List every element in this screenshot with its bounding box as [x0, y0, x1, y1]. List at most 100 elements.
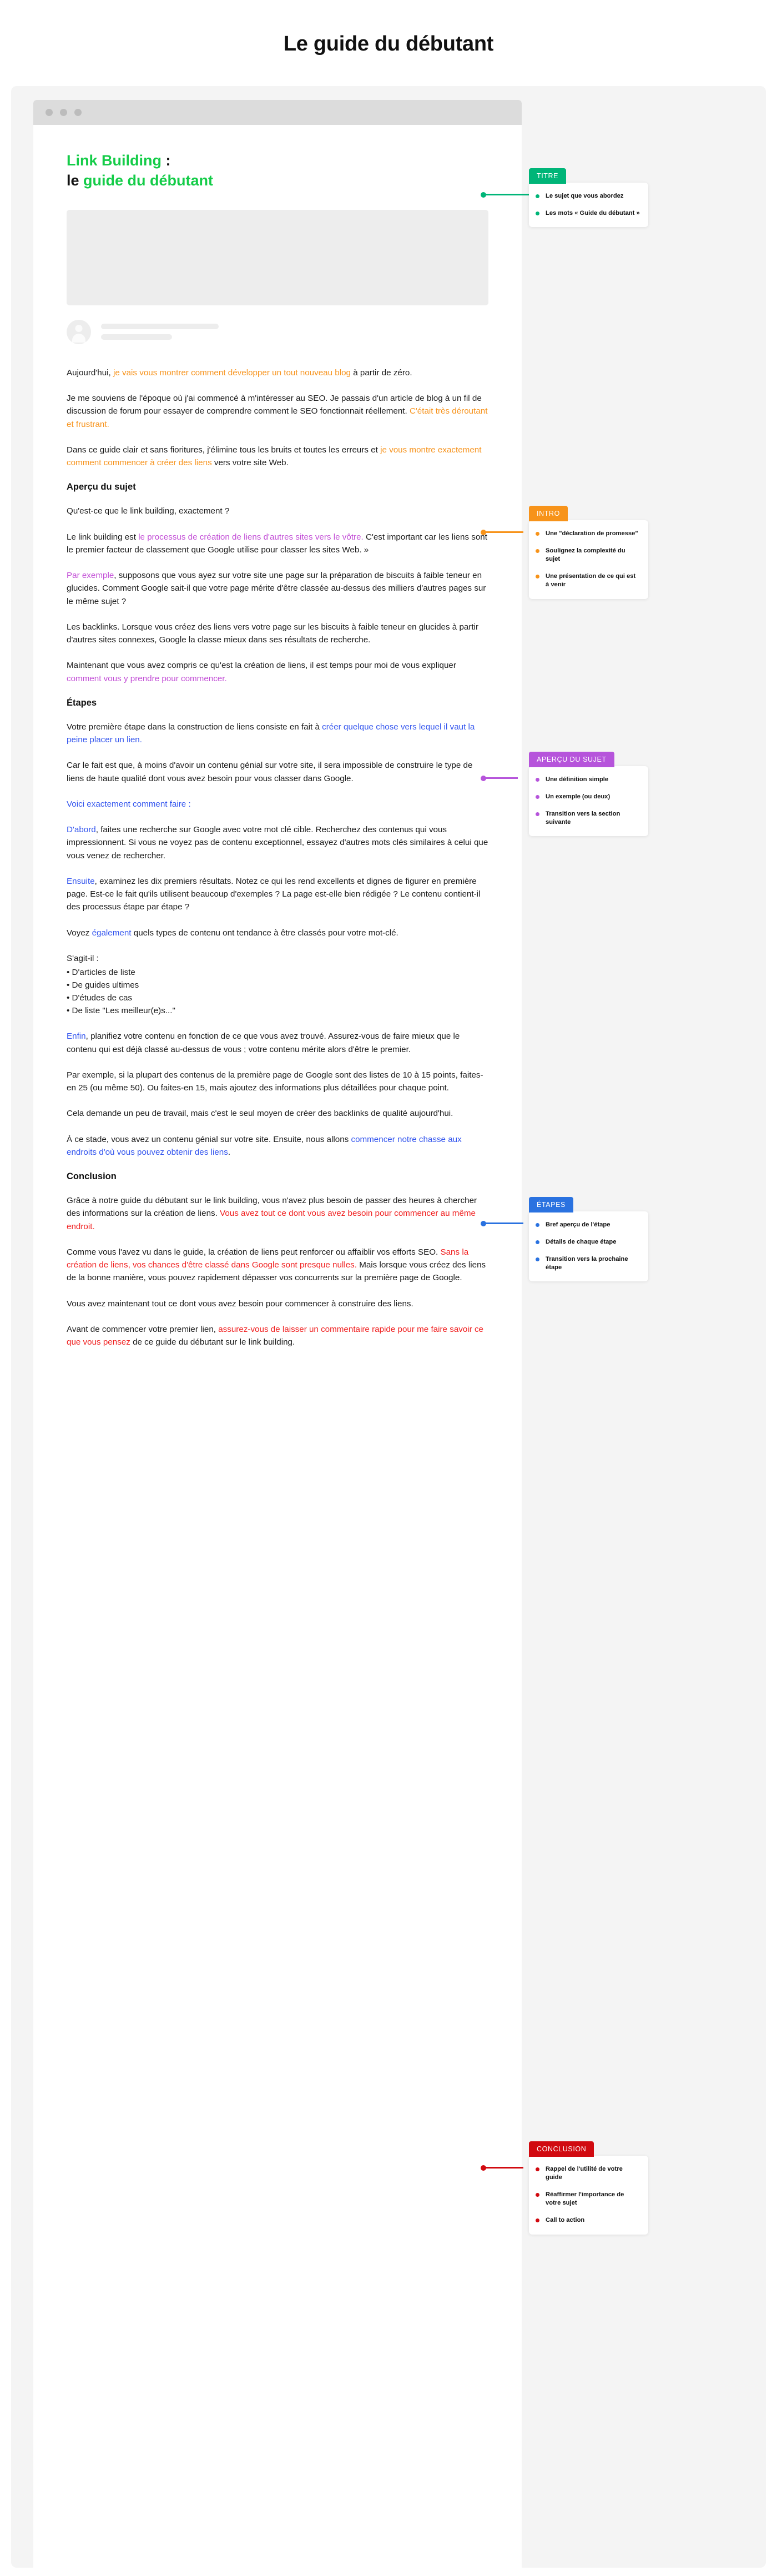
body-text: Le link building est	[67, 532, 139, 542]
bullet-dot-icon	[536, 1240, 539, 1245]
highlighted-text: Par exemple	[67, 571, 114, 581]
list-item: De liste "Les meilleur(e)s..."	[67, 1005, 488, 1018]
body-text: Par exemple, si la plupart des contenus …	[67, 1070, 483, 1093]
p-etapes-7: Enfin, planifiez votre contenu en foncti…	[67, 1030, 488, 1056]
body-text: Comme vous l'avez vu dans le guide, la c…	[67, 1247, 441, 1257]
callout-conclusion[interactable]: CONCLUSION Rappel de l'utilité de votre …	[529, 2141, 648, 2235]
section-etapes-tail: Enfin, planifiez votre contenu en foncti…	[67, 1030, 488, 1159]
p-apercu-3: Par exemple, supposons que vous ayez sur…	[67, 569, 488, 608]
callout-titre[interactable]: TITRE Le sujet que vous abordez Les mots …	[529, 168, 648, 228]
callout-list-conclusion: Rappel de l'utilité de votre guide Réaffi…	[536, 2165, 640, 2225]
headline-colon: :	[161, 152, 171, 169]
callout-list-item: Transition vers la section suivante	[536, 810, 640, 827]
p-apercu-4: Les backlinks. Lorsque vous créez des li…	[67, 621, 488, 647]
window-maximize-dot-icon[interactable]	[74, 109, 82, 116]
callout-list-item: Call to action	[536, 2216, 640, 2225]
connector-dot-intro	[481, 529, 486, 535]
callout-item-label: Transition vers la prochaine étape	[546, 1256, 628, 1271]
section-conclusion: Grâce à notre guide du débutant sur le l…	[67, 1194, 488, 1349]
callout-tab-etapes[interactable]: ÉTAPES	[529, 1197, 573, 1212]
callout-card-apercu: Une définition simple Un exemple (ou deux…	[529, 766, 648, 837]
p-etapes-3: Voici exactement comment faire :	[67, 798, 488, 811]
callout-list-item: Détails de chaque étape	[536, 1238, 640, 1246]
heading-apercu-du-sujet: Aperçu du sujet	[67, 482, 136, 492]
featured-image-placeholder	[67, 209, 488, 305]
connector-dot-titre	[481, 192, 486, 198]
body-text: à partir de zéro.	[351, 368, 412, 378]
callout-item-label: Bref aperçu de l'étape	[546, 1221, 610, 1228]
callout-list-item: Une présentation de ce qui est à venir	[536, 572, 640, 589]
p-etapes-4: D'abord, faites une recherche sur Google…	[67, 823, 488, 862]
p-conclusion-4: Avant de commencer votre premier lien, a…	[67, 1323, 488, 1349]
callout-list-item: Un exemple (ou deux)	[536, 793, 640, 801]
list-lead-text: S'agit-il :	[67, 953, 99, 963]
callout-tab-apercu[interactable]: APERÇU DU SUJET	[529, 752, 614, 767]
callout-list-item: Une "déclaration de promesse"	[536, 530, 640, 538]
body-text: , faites une recherche sur Google avec v…	[67, 825, 488, 861]
callout-intro[interactable]: INTRO Une "déclaration de promesse" Souli…	[529, 506, 648, 599]
callout-list-intro: Une "déclaration de promesse" Soulignez l…	[536, 530, 640, 590]
browser-window-mockup: Link Building : le guide du débutant Auj…	[33, 100, 522, 2568]
callout-list-item: Transition vers la prochaine étape	[536, 1255, 640, 1272]
callout-apercu-du-sujet[interactable]: APERÇU DU SUJET Une définition simple Un …	[529, 752, 648, 837]
section-intro: Aujourd'hui, je vais vous montrer commen…	[67, 366, 488, 470]
highlighted-text: je vais vous montrer comment développer …	[113, 368, 351, 378]
article-headline: Link Building : le guide du débutant	[67, 150, 488, 191]
callout-etapes[interactable]: ÉTAPES Bref aperçu de l'étape Détails de…	[529, 1197, 648, 1282]
callout-tab-intro[interactable]: INTRO	[529, 506, 568, 521]
bullet-dot-icon	[536, 212, 539, 216]
callout-item-label: Un exemple (ou deux)	[546, 793, 610, 801]
window-close-dot-icon[interactable]	[46, 109, 53, 116]
section-apercu: Qu'est-ce que le link building, exacteme…	[67, 505, 488, 685]
body-text: Aujourd'hui,	[67, 368, 113, 378]
callout-list-item: Réaffirmer l'importance de votre sujet	[536, 2191, 640, 2207]
body-text: , supposons que vous ayez sur votre site…	[67, 571, 486, 606]
p-etapes-10: À ce stade, vous avez un contenu génial …	[67, 1133, 488, 1159]
callout-list-item: Rappel de l'utilité de votre guide	[536, 2165, 640, 2182]
section-etapes: Votre première étape dans la constructio…	[67, 721, 488, 939]
body-text: Voyez	[67, 928, 92, 938]
p-conclusion-1: Grâce à notre guide du débutant sur le l…	[67, 1194, 488, 1233]
callout-item-label: Une "déclaration de promesse"	[546, 530, 638, 537]
callout-tab-titre[interactable]: TITRE	[529, 168, 567, 184]
byline-placeholder-lines	[101, 324, 219, 340]
p-conclusion-3: Vous avez maintenant tout ce dont vous a…	[67, 1297, 488, 1310]
callout-card-conclusion: Rappel de l'utilité de votre guide Réaffi…	[529, 2156, 648, 2235]
body-text: Avant de commencer votre premier lien,	[67, 1324, 219, 1334]
p-intro-3: Dans ce guide clair et sans fioritures, …	[67, 444, 488, 470]
callout-item-label: Rappel de l'utilité de votre guide	[546, 2166, 623, 2181]
p-etapes-1: Votre première étape dans la constructio…	[67, 721, 488, 747]
headline-prefix: le	[67, 172, 84, 189]
connector-intro	[481, 529, 523, 535]
avatar	[67, 319, 91, 344]
window-minimize-dot-icon[interactable]	[60, 109, 67, 116]
bullet-dot-icon	[536, 2193, 539, 2197]
p-intro-1: Aujourd'hui, je vais vous montrer commen…	[67, 366, 488, 379]
body-text: Vous avez maintenant tout ce dont vous a…	[67, 1299, 413, 1309]
bullet-dot-icon	[536, 795, 539, 799]
connector-dot-apercu	[481, 775, 486, 781]
p-apercu-5: Maintenant que vous avez compris ce qu'e…	[67, 659, 488, 685]
highlighted-text: D'abord	[67, 825, 96, 835]
heading-conclusion: Conclusion	[67, 1171, 117, 1182]
heading-etapes: Étapes	[67, 697, 97, 708]
body-text: Car le fait est que, à moins d'avoir un …	[67, 761, 473, 783]
bullet-dot-icon	[536, 1257, 539, 1262]
bullet-dot-icon	[536, 1223, 539, 1227]
bullet-dot-icon	[536, 2218, 539, 2223]
list-item: De guides ultimes	[67, 979, 488, 992]
body-text: Qu'est-ce que le link building, exacteme…	[67, 506, 230, 516]
body-text: , examinez les dix premiers résultats. N…	[67, 876, 481, 912]
connector-conclusion	[481, 2165, 523, 2171]
p-intro-2: Je me souviens de l'époque où j'ai comme…	[67, 392, 488, 431]
connector-dot-etapes	[481, 1220, 486, 1226]
diagram-stage: Link Building : le guide du débutant Auj…	[11, 86, 766, 2568]
connector-dot-conclusion	[481, 2165, 486, 2171]
callout-tab-conclusion[interactable]: CONCLUSION	[529, 2141, 594, 2157]
byline-line-secondary	[101, 334, 172, 340]
callout-list-item: Soulignez la complexité du sujet	[536, 547, 640, 564]
callout-item-label: Une définition simple	[546, 776, 609, 783]
callout-card-etapes: Bref aperçu de l'étape Détails de chaque…	[529, 1211, 648, 1282]
browser-title-bar	[33, 100, 522, 125]
callout-list-apercu: Une définition simple Un exemple (ou deux…	[536, 776, 640, 827]
